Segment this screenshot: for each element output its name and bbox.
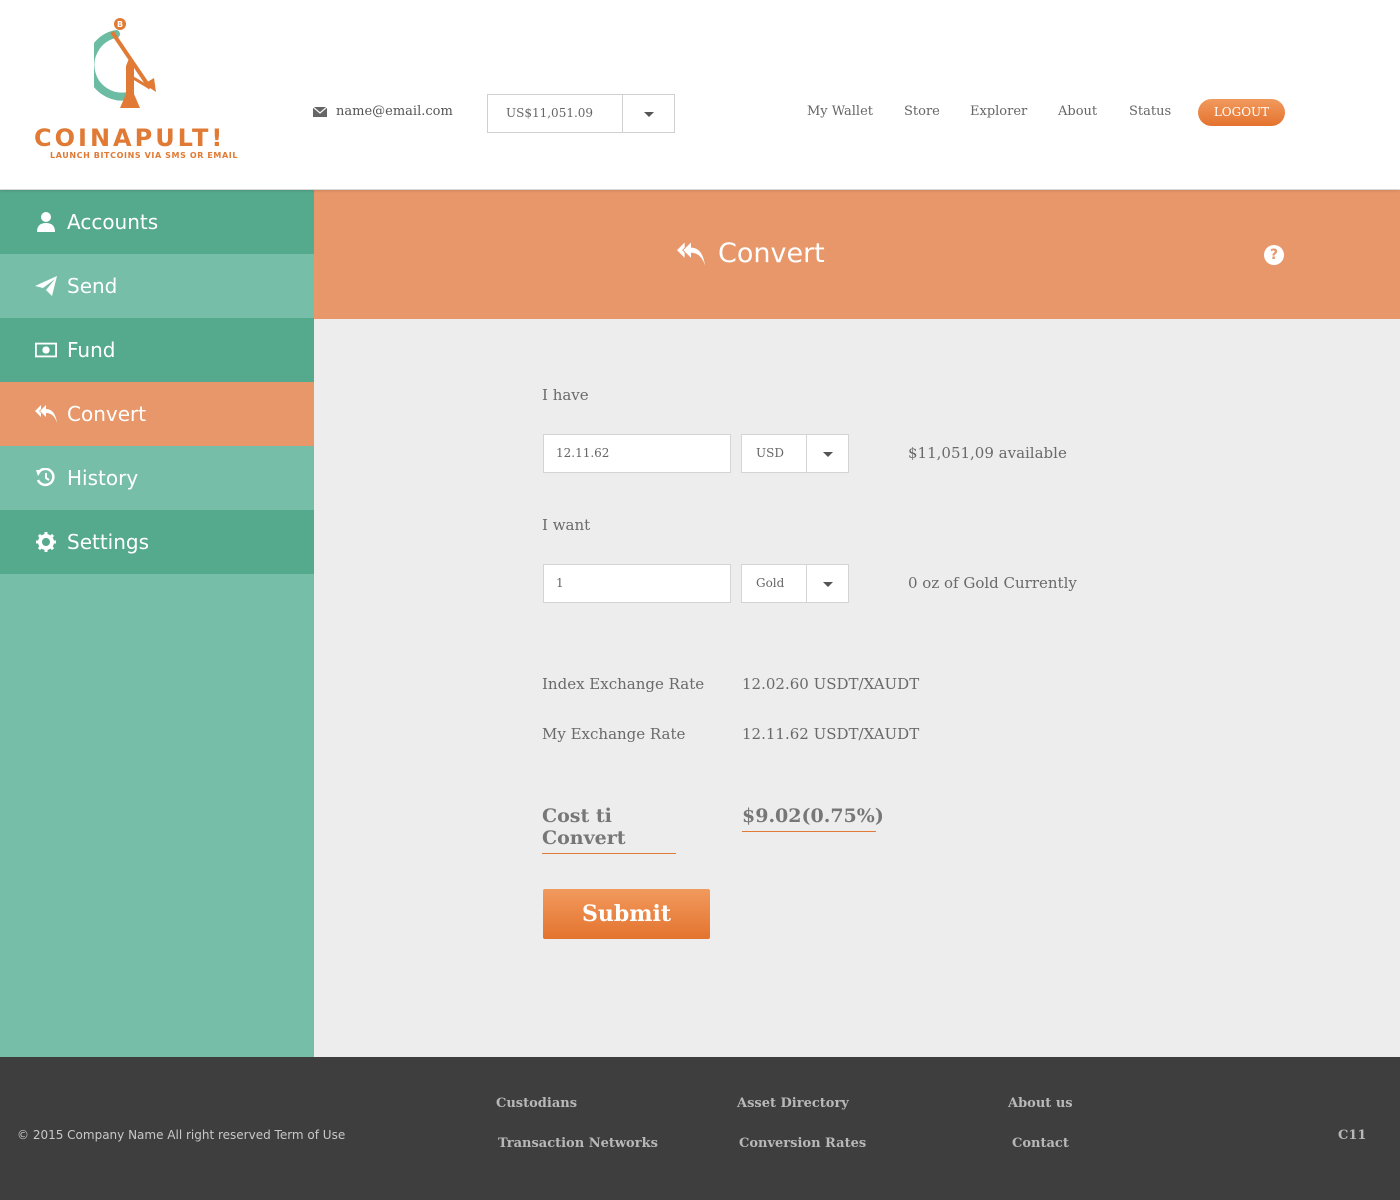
sidebar: Accounts Send Fund Convert History Setti… [0, 190, 314, 1057]
index-rate-value: 12.02.60 USDT/XAUDT [742, 675, 920, 693]
page-title: Convert [676, 238, 825, 269]
money-icon [35, 339, 57, 361]
convert-banner: Convert ? [314, 190, 1400, 319]
svg-text:B: B [117, 20, 123, 29]
submit-button[interactable]: Submit [543, 889, 710, 939]
sidebar-item-send[interactable]: Send [0, 254, 314, 318]
copyright-text: © 2015 Company Name All right reserved T… [17, 1128, 346, 1142]
have-label: I have [542, 386, 589, 404]
footer: © 2015 Company Name All right reserved T… [0, 1057, 1400, 1200]
have-currency-select[interactable]: USD [741, 434, 849, 473]
sidebar-item-label: Settings [67, 530, 150, 554]
brand-tagline: LAUNCH BITCOINS VIA SMS OR EMAIL [50, 151, 239, 160]
footer-code: C11 [1338, 1128, 1367, 1143]
history-icon [35, 467, 57, 489]
nav-about[interactable]: About [1058, 104, 1097, 119]
want-label: I want [542, 516, 591, 534]
balance-value: US$11,051.09 [488, 95, 623, 132]
chevron-down-icon[interactable] [623, 95, 674, 132]
gear-icon [35, 531, 57, 553]
paper-plane-icon [35, 275, 57, 297]
my-rate-label: My Exchange Rate [542, 725, 686, 743]
footer-link-contact[interactable]: Contact [1012, 1136, 1069, 1151]
account-email: name@email.com [313, 104, 453, 119]
cost-label: Cost ti Convert [542, 805, 676, 854]
want-amount-input[interactable]: 1 [543, 564, 731, 603]
my-rate-value: 12.11.62 USDT/XAUDT [742, 725, 920, 743]
footer-link-custodians[interactable]: Custodians [496, 1096, 577, 1111]
coinapult-logo[interactable]: B COINAPULT! LAUNCH BITCOINS VIA SMS OR … [34, 16, 237, 166]
cost-value: $9.02(0.75%) [742, 805, 884, 832]
balance-dropdown[interactable]: US$11,051.09 [487, 94, 675, 133]
sidebar-item-label: Accounts [67, 210, 159, 234]
convert-form: I have 12.11.62 USD $11,051,09 available… [314, 319, 1400, 1057]
sidebar-item-settings[interactable]: Settings [0, 510, 314, 574]
want-currency-value: Gold [742, 565, 807, 602]
nav-my-wallet[interactable]: My Wallet [807, 104, 873, 119]
question-circle-icon[interactable]: ? [1264, 245, 1284, 265]
sidebar-item-convert[interactable]: Convert [0, 382, 314, 446]
header: B COINAPULT! LAUNCH BITCOINS VIA SMS OR … [0, 0, 1400, 190]
sidebar-item-label: Fund [67, 338, 116, 362]
brand-name: COINAPULT! [34, 124, 226, 152]
have-currency-value: USD [742, 435, 807, 472]
footer-link-conversion-rates[interactable]: Conversion Rates [739, 1136, 866, 1151]
sidebar-item-fund[interactable]: Fund [0, 318, 314, 382]
envelope-icon [313, 106, 327, 117]
footer-link-asset-directory[interactable]: Asset Directory [737, 1096, 849, 1111]
nav-status[interactable]: Status [1129, 104, 1171, 119]
chevron-down-icon[interactable] [807, 435, 848, 472]
gold-holdings: 0 oz of Gold Currently [908, 574, 1077, 592]
page-title-text: Convert [718, 238, 825, 269]
reply-all-icon [35, 403, 57, 425]
sidebar-item-history[interactable]: History [0, 446, 314, 510]
available-balance: $11,051,09 available [908, 444, 1067, 462]
email-text: name@email.com [336, 104, 453, 119]
chevron-down-icon[interactable] [807, 565, 848, 602]
want-currency-select[interactable]: Gold [741, 564, 849, 603]
sidebar-item-label: History [67, 466, 139, 490]
sidebar-item-accounts[interactable]: Accounts [0, 190, 314, 254]
logout-button[interactable]: LOGOUT [1198, 99, 1285, 126]
footer-link-transaction-networks[interactable]: Transaction Networks [498, 1136, 658, 1151]
nav-explorer[interactable]: Explorer [970, 104, 1027, 119]
reply-all-icon [676, 239, 706, 269]
nav-store[interactable]: Store [904, 104, 940, 119]
have-amount-input[interactable]: 12.11.62 [543, 434, 731, 473]
sidebar-item-label: Send [67, 274, 118, 298]
sidebar-item-label: Convert [67, 402, 147, 426]
footer-link-about-us[interactable]: About us [1008, 1096, 1073, 1111]
index-rate-label: Index Exchange Rate [542, 675, 705, 693]
logo-mark-icon: B [94, 18, 156, 108]
user-icon [35, 211, 57, 233]
